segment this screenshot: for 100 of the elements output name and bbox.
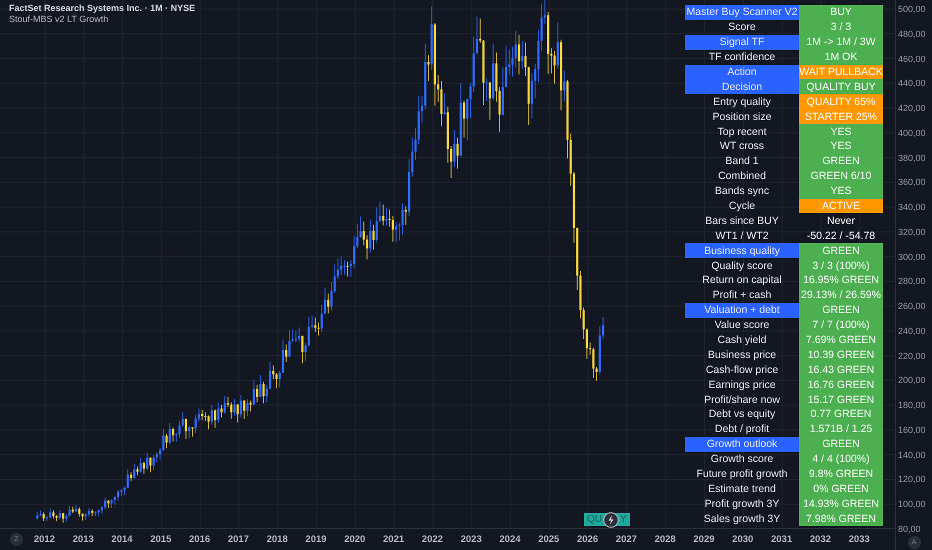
scanner-value: QUALITY BUY xyxy=(799,79,883,94)
price-label: 240,00 xyxy=(897,324,927,337)
scanner-label: Debt vs equity xyxy=(708,407,776,422)
scanner-label: Debt / profit xyxy=(714,422,770,437)
scanner-label: Cycle xyxy=(728,199,756,214)
year-label: 2019 xyxy=(304,534,328,545)
scanner-label: Quality score xyxy=(710,258,774,274)
year-label: 2021 xyxy=(382,534,406,545)
scanner-value: GREEN xyxy=(799,302,883,318)
year-label: 2028 xyxy=(654,534,677,545)
scanner-label: Growth outlook xyxy=(685,436,799,452)
scanner-value: 14.93% GREEN xyxy=(799,496,883,512)
scanner-value: QUALITY 65% xyxy=(799,94,883,110)
price-label: 160,00 xyxy=(897,424,927,436)
price-label: 480,00 xyxy=(897,28,927,40)
price-label: 140,00 xyxy=(897,448,927,460)
year-label: 2013 xyxy=(72,534,95,545)
scanner-value: BUY xyxy=(799,5,883,20)
scanner-label: Future profit growth xyxy=(695,467,789,482)
scanner-value: 7 / 7 (100%) xyxy=(799,318,883,333)
scanner-value: 16.76 GREEN xyxy=(799,377,883,392)
scanner-value: 16.95% GREEN xyxy=(799,273,883,288)
scanner-label: Business quality xyxy=(685,243,799,258)
price-label: 500,00 xyxy=(897,3,927,15)
scanner-value: 1M OK xyxy=(799,50,883,65)
scanner-value: YES xyxy=(799,184,883,199)
scanner-value: ACTIVE xyxy=(799,198,883,214)
scanner-value: 10.39 GREEN xyxy=(799,347,883,362)
scanner-label: Bars since BUY xyxy=(704,214,780,228)
scanner-label: Entry quality xyxy=(712,94,772,110)
year-label: 2025 xyxy=(537,534,560,545)
scanner-label: Top recent xyxy=(716,124,768,140)
scanner-value: 7.69% GREEN xyxy=(799,332,883,348)
scanner-value: GREEN xyxy=(799,154,883,169)
scanner-value: 9.8% GREEN xyxy=(799,466,883,482)
price-label: 200,00 xyxy=(897,374,927,386)
scanner-label: Valuation + debt xyxy=(685,302,799,318)
scanner-label: Combined xyxy=(717,169,767,184)
scanner-value: Never xyxy=(826,214,856,228)
scanner-label: Profit growth 3Y xyxy=(704,496,780,512)
scanner-label: Value score xyxy=(714,318,770,333)
scanner-value: 3 / 3 (100%) xyxy=(799,258,883,274)
scanner-label: Cash-flow price xyxy=(704,362,780,378)
scanner-value: 1M -> 1M / 3W xyxy=(799,34,883,50)
scanner-label: Decision xyxy=(685,79,799,94)
scanner-label: Return on capital xyxy=(701,273,783,288)
scanner-label: Position size xyxy=(712,110,772,124)
indicator-name: Stouf-MBS v2 LT Growth xyxy=(9,14,110,24)
symbol-title: FactSet Research Systems Inc. · 1M · NYSE xyxy=(9,3,196,13)
year-label: 2012 xyxy=(32,534,56,545)
price-label: 120,00 xyxy=(897,473,927,486)
scanner-label: Profit + cash xyxy=(712,288,772,303)
price-label: 380,00 xyxy=(897,152,927,164)
year-label: 2022 xyxy=(420,534,444,545)
year-label: 2027 xyxy=(614,534,638,545)
price-label: 320,00 xyxy=(897,226,927,238)
scanner-value: GREEN xyxy=(799,436,883,452)
price-label: 220,00 xyxy=(897,350,927,362)
scanner-value: 1.571B / 1.25 xyxy=(799,422,883,437)
scanner-label: Signal TF xyxy=(685,34,799,50)
scanner-value: 4 / 4 (100%) xyxy=(799,452,883,467)
scanner-label: Master Buy Scanner V2 xyxy=(685,5,799,20)
price-label: 100,00 xyxy=(897,498,927,510)
scanner-label: TF confidence xyxy=(708,50,776,65)
scanner-value: YES xyxy=(799,139,883,154)
scanner-label: Estimate trend xyxy=(707,482,777,496)
scanner-label: Band 1 xyxy=(724,154,760,169)
price-label: 440,00 xyxy=(897,77,927,90)
scanner-label: Earnings price xyxy=(707,378,777,392)
year-label: 2016 xyxy=(188,534,212,545)
year-label: 2017 xyxy=(226,534,250,545)
year-label: 2023 xyxy=(460,534,483,545)
scanner-label: Bands sync xyxy=(714,184,770,199)
year-label: 2015 xyxy=(149,534,172,545)
scanner-label: Growth score xyxy=(710,452,774,467)
price-label: 280,00 xyxy=(897,275,927,288)
signal-badge[interactable]: QU Y xyxy=(584,513,630,526)
year-label: 2026 xyxy=(576,534,600,545)
scanner-value: GREEN xyxy=(799,243,883,258)
scanner-value: YES xyxy=(799,124,883,140)
scanner-label: Sales growth 3Y xyxy=(702,512,782,526)
scanner-value: 0.77 GREEN xyxy=(799,407,883,422)
price-label: 460,00 xyxy=(897,52,927,64)
scanner-label: Action xyxy=(685,64,799,80)
scanner-value: GREEN 6/10 xyxy=(799,168,883,184)
year-label: 2029 xyxy=(692,534,716,545)
scanner-label: Profit/share now xyxy=(703,392,781,408)
year-label: 2032 xyxy=(808,534,832,545)
year-label: 2033 xyxy=(848,534,871,545)
price-label: 80,00 xyxy=(897,522,922,535)
price-label: 420,00 xyxy=(897,102,927,114)
scanner-label: Business price xyxy=(706,348,778,362)
scanner-value: 29.13% / 26.59% xyxy=(799,288,883,303)
scanner-value: 15.17 GREEN xyxy=(799,392,883,408)
scanner-value: STARTER 25% xyxy=(799,109,883,124)
scanner-label: Score xyxy=(727,20,757,35)
price-label: 360,00 xyxy=(897,176,927,188)
scanner-value: WAIT PULLBACK xyxy=(799,64,883,80)
scanner-value: 3 / 3 xyxy=(799,20,883,35)
scanner-label: WT cross xyxy=(718,139,766,154)
